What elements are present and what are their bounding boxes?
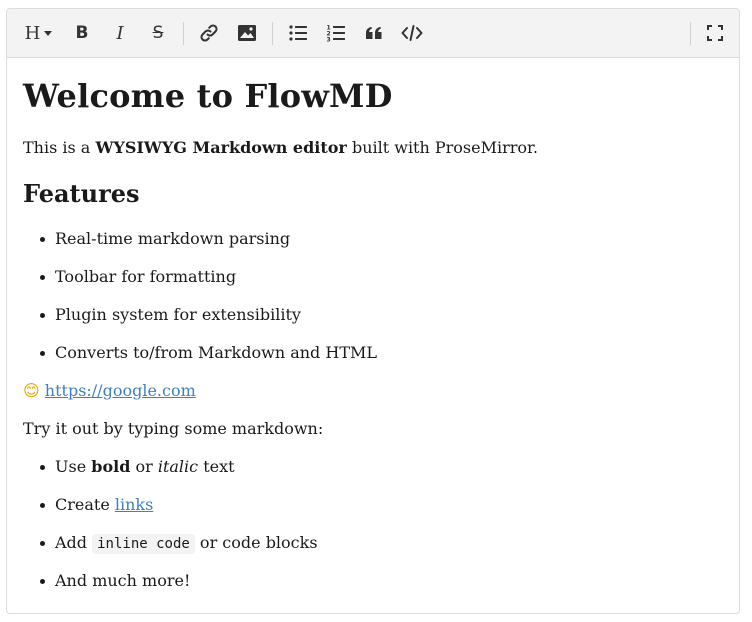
toolbar-separator [183, 22, 184, 45]
quote-icon [366, 27, 382, 39]
list-item: And much more! [39, 571, 191, 590]
links-link[interactable]: links [115, 495, 153, 514]
bold-label: B [75, 23, 89, 43]
caret-down-icon [44, 31, 53, 36]
document-title: Welcome to FlowMD [23, 77, 393, 115]
svg-text:3: 3 [327, 37, 331, 43]
try-paragraph: Try it out by typing some markdown: [23, 419, 324, 438]
google-link[interactable]: https://google.com [45, 381, 196, 400]
list-item: Converts to/from Markdown and HTML [39, 343, 378, 362]
blockquote-button[interactable] [361, 20, 387, 46]
inline-code: inline code [92, 534, 195, 554]
emoji-link-paragraph: 😊 https://google.com [23, 380, 196, 402]
heading-dropdown-button[interactable]: H [23, 20, 55, 46]
features-heading: Features [23, 179, 140, 208]
markdown-editor: H B I S 1 2 3 Welcome to FlowMD This is … [6, 8, 740, 614]
strikethrough-button[interactable]: S [145, 20, 171, 46]
code-icon [401, 25, 423, 41]
list-item: Add inline code or code blocks [40, 532, 318, 555]
bold-text: WYSIWYG Markdown editor [95, 138, 347, 157]
image-icon [238, 25, 256, 41]
intro-paragraph: This is a WYSIWYG Markdown editor built … [23, 138, 539, 157]
code-button[interactable] [399, 20, 425, 46]
fullscreen-button[interactable] [703, 20, 727, 46]
strikethrough-label: S [152, 23, 164, 43]
ordered-list-icon: 1 2 3 [327, 25, 345, 43]
toolbar-separator [690, 22, 691, 45]
italic-text: italic [157, 457, 199, 476]
bold-button[interactable]: B [69, 20, 95, 46]
heading-label: H [24, 22, 41, 44]
link-button[interactable] [196, 20, 222, 46]
list-item: Plugin system for extensibility [40, 305, 301, 324]
link-icon [200, 24, 218, 42]
bold-text: bold [91, 457, 131, 476]
image-button[interactable] [234, 20, 260, 46]
italic-label: I [116, 22, 124, 44]
fullscreen-icon [707, 25, 723, 41]
ordered-list-button[interactable]: 1 2 3 [323, 20, 349, 46]
bullet-list-button[interactable] [285, 20, 311, 46]
list-item: Real-time markdown parsing [39, 229, 291, 248]
smile-emoji: 😊 [23, 381, 40, 400]
list-item: Toolbar for formatting [39, 267, 237, 286]
toolbar-separator [272, 22, 273, 45]
list-item: Create links [39, 495, 154, 514]
bullet-list-icon [289, 25, 307, 41]
toolbar: H B I S 1 2 3 [7, 9, 739, 58]
italic-button[interactable]: I [107, 20, 133, 46]
list-item: Use bold or italic text [40, 457, 235, 476]
